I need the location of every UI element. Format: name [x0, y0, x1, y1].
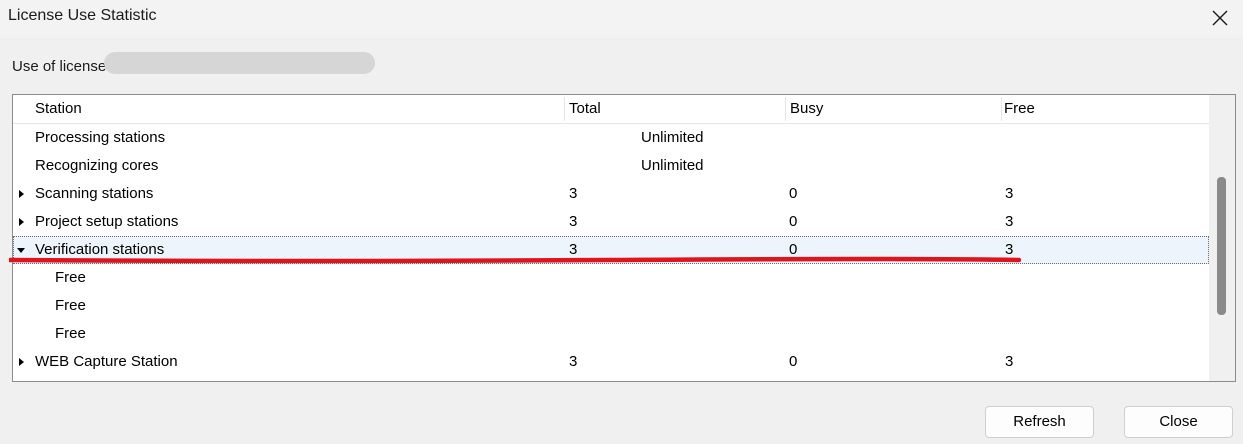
triangle-right-icon[interactable]	[16, 189, 26, 199]
cell-station: Free	[55, 297, 86, 314]
cell-station: WEB Capture Station	[35, 353, 178, 370]
refresh-button[interactable]: Refresh	[985, 406, 1094, 438]
license-table[interactable]: Station Total Busy Free Processing stati…	[12, 94, 1236, 382]
cell-busy: 0	[789, 213, 798, 230]
license-label: Use of license	[12, 58, 107, 75]
cell-total: Unlimited	[641, 157, 704, 174]
cell-station: Verification stations	[35, 241, 165, 258]
cell-total: 3	[569, 213, 578, 230]
table-header: Station Total Busy Free	[13, 95, 1209, 124]
cell-station: Scanning stations	[35, 185, 154, 202]
cell-total: 3	[569, 185, 578, 202]
window-title: License Use Statistic	[8, 7, 157, 24]
table-row[interactable]: Recognizing cores Unlimited	[13, 152, 1209, 180]
column-header-free[interactable]: Free	[1000, 95, 1035, 123]
cell-free: 3	[1005, 241, 1014, 258]
cell-station: Recognizing cores	[35, 157, 159, 174]
title-bar: License Use Statistic	[0, 0, 1243, 38]
close-button[interactable]: Close	[1124, 406, 1233, 438]
cell-station: Free	[55, 325, 86, 342]
cell-total: Unlimited	[641, 129, 704, 146]
cell-busy: 0	[789, 185, 798, 202]
column-header-busy[interactable]: Busy	[786, 95, 823, 123]
redacted-license-value	[104, 52, 375, 74]
table-row[interactable]: Verification stations 3 0 3	[13, 236, 1209, 264]
table-row[interactable]: WEB Capture Station 3 0 3	[13, 348, 1209, 376]
cell-total: 3	[569, 353, 578, 370]
cell-station: Free	[55, 269, 86, 286]
table-row[interactable]: Free	[13, 320, 1209, 348]
table-row[interactable]: Processing stations Unlimited	[13, 124, 1209, 152]
cell-total: 3	[569, 241, 578, 258]
table-row[interactable]: Scanning stations 3 0 3	[13, 180, 1209, 208]
cell-free: 3	[1005, 185, 1014, 202]
triangle-right-icon[interactable]	[16, 357, 26, 367]
scrollbar-thumb[interactable]	[1217, 177, 1226, 315]
cell-station: Processing stations	[35, 129, 166, 146]
cell-free: 3	[1005, 213, 1014, 230]
column-header-station[interactable]: Station	[31, 95, 82, 123]
cell-station: Project setup stations	[35, 213, 179, 230]
table-row[interactable]: Free	[13, 264, 1209, 292]
cell-busy: 0	[789, 241, 798, 258]
table-row[interactable]: Project setup stations 3 0 3	[13, 208, 1209, 236]
triangle-right-icon[interactable]	[16, 217, 26, 227]
close-icon[interactable]	[1197, 0, 1243, 36]
table-row[interactable]: Free	[13, 292, 1209, 320]
column-header-total[interactable]: Total	[565, 95, 601, 123]
cell-free: 3	[1005, 353, 1014, 370]
cell-busy: 0	[789, 353, 798, 370]
triangle-down-icon[interactable]	[16, 245, 26, 255]
